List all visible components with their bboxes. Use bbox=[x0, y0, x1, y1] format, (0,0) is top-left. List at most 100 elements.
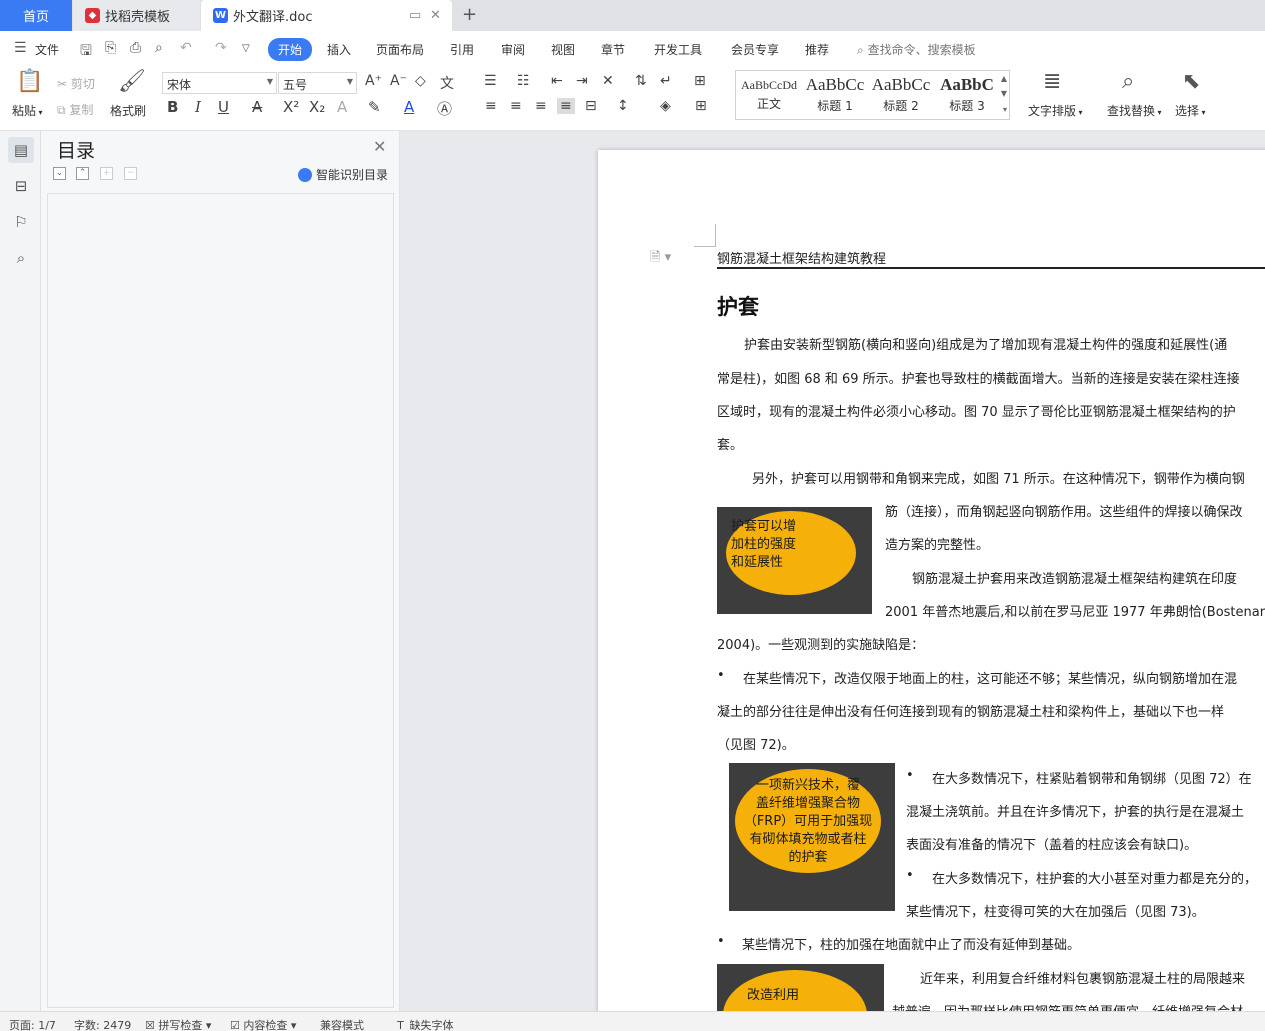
spell-check-button[interactable]: ☒ 拼写检查 ▾ bbox=[145, 1017, 211, 1031]
highlight-icon[interactable]: ✎ bbox=[368, 98, 381, 116]
text-layout-icon[interactable]: ≣ bbox=[1043, 69, 1061, 94]
header-rule bbox=[717, 267, 1265, 269]
distributed-icon[interactable]: ⊟ bbox=[585, 98, 597, 114]
menu-review[interactable]: 审阅 bbox=[501, 41, 525, 58]
bookmark-icon[interactable]: ⚐ bbox=[8, 209, 34, 235]
text-effect-icon[interactable]: A bbox=[337, 98, 347, 116]
font-size-select[interactable]: 五号 ▼ bbox=[278, 72, 357, 94]
gallery-up-icon[interactable]: ▲ bbox=[1001, 74, 1007, 83]
bold-icon[interactable]: B bbox=[167, 98, 178, 116]
menu-file[interactable]: 文件 bbox=[35, 41, 59, 58]
char-border-icon[interactable]: Ⓐ bbox=[437, 98, 452, 119]
close-icon[interactable]: ✕ bbox=[373, 137, 386, 156]
menu-page-layout[interactable]: 页面布局 bbox=[376, 41, 424, 58]
export-icon[interactable]: ⎘ bbox=[105, 40, 116, 56]
missing-font-button[interactable]: Ｔ 缺失字体 bbox=[395, 1017, 454, 1031]
paragraph-line: 造方案的完整性。 bbox=[885, 538, 990, 553]
chapter-nav-icon[interactable]: ⊟ bbox=[8, 173, 34, 199]
paste-button[interactable]: 粘贴 ▾ bbox=[12, 102, 43, 119]
italic-icon[interactable]: I bbox=[195, 98, 201, 116]
clear-format-icon[interactable]: ◇ bbox=[415, 73, 426, 89]
phonetic-icon[interactable]: 文 bbox=[440, 73, 454, 93]
print-icon[interactable]: ⎙ bbox=[130, 40, 141, 56]
quick-access-dropdown-icon[interactable]: ▽ bbox=[242, 43, 250, 54]
collapse-all-icon[interactable]: ⌃ bbox=[76, 167, 89, 180]
remove-heading-icon[interactable]: − bbox=[124, 167, 137, 180]
expand-all-icon[interactable]: ⌄ bbox=[53, 167, 66, 180]
paste-icon[interactable]: 📋 bbox=[16, 69, 43, 94]
toc-nav-icon[interactable]: ▤ bbox=[8, 137, 34, 163]
header-options-icon[interactable]: 🗎 ▾ bbox=[650, 248, 671, 270]
content-check-button[interactable]: ☑ 内容检查 ▾ bbox=[230, 1017, 296, 1031]
style-normal[interactable]: AaBbCcDd 正文 bbox=[736, 71, 802, 119]
shading-icon[interactable]: ◈ bbox=[660, 98, 671, 114]
search-icon[interactable]: ⌕ bbox=[8, 245, 34, 271]
command-search[interactable]: ⌕ 查找命令、搜索模板 bbox=[857, 41, 976, 58]
find-replace-icon[interactable]: ⌕ bbox=[1122, 69, 1134, 94]
redo-icon[interactable]: ↷ bbox=[215, 40, 227, 56]
tab-float-icon[interactable]: ▭ bbox=[409, 8, 421, 23]
format-painter-icon[interactable]: 🖌 bbox=[118, 69, 146, 94]
menu-chapter[interactable]: 章节 bbox=[601, 41, 625, 58]
align-right-icon[interactable]: ≡ bbox=[535, 98, 547, 114]
word-count[interactable]: 字数: 2479 bbox=[74, 1017, 131, 1031]
menu-start[interactable]: 开始 bbox=[268, 38, 313, 61]
smart-toc-button[interactable]: 智能识别目录 bbox=[298, 166, 388, 183]
strikethrough-icon[interactable]: A bbox=[252, 98, 262, 116]
line-spacing-icon[interactable]: ↕ bbox=[617, 98, 629, 114]
tab-template[interactable]: ◆ 找稻壳模板 bbox=[73, 0, 200, 31]
copy-button[interactable]: ⧉ 复制 bbox=[57, 101, 93, 118]
menu-references[interactable]: 引用 bbox=[450, 41, 474, 58]
increase-indent-icon[interactable]: ⇥ bbox=[576, 73, 588, 89]
superscript-icon[interactable]: X² bbox=[283, 98, 299, 116]
cut-button[interactable]: ✂ 剪切 bbox=[57, 75, 95, 92]
tab-document[interactable]: W 外文翻译.doc ▭ ✕ bbox=[201, 0, 452, 31]
grow-font-icon[interactable]: A⁺ bbox=[365, 73, 382, 89]
format-painter-button[interactable]: 格式刷 bbox=[110, 102, 146, 119]
align-left-icon[interactable]: ≡ bbox=[485, 98, 497, 114]
text-layout-button[interactable]: 文字排版 ▾ bbox=[1028, 102, 1083, 119]
save-icon[interactable]: 🖫 bbox=[80, 40, 92, 64]
table-tools-icon[interactable]: ⊞ bbox=[694, 73, 706, 89]
sort-icon[interactable]: ⇅ bbox=[635, 73, 647, 89]
decrease-indent-icon[interactable]: ⇤ bbox=[551, 73, 563, 89]
new-tab-icon[interactable]: + bbox=[462, 4, 477, 25]
subscript-icon[interactable]: X₂ bbox=[309, 98, 325, 116]
font-name-select[interactable]: 宋体 ▼ bbox=[162, 72, 277, 94]
hamburger-icon[interactable]: ☰ bbox=[14, 40, 27, 56]
style-heading-2[interactable]: AaBbCc 标题 2 bbox=[868, 71, 934, 119]
tab-close-icon[interactable]: ✕ bbox=[430, 8, 441, 23]
gallery-down-icon[interactable]: ▼ bbox=[1001, 89, 1007, 98]
gallery-more-icon[interactable]: ▾ bbox=[1003, 105, 1007, 114]
select-button[interactable]: 选择 ▾ bbox=[1175, 102, 1206, 119]
paragraph-line: 某些情况下，柱变得可笑的大在加强后（见图 73)。 bbox=[906, 905, 1205, 920]
menu-recommend[interactable]: 推荐 bbox=[805, 41, 829, 58]
bullet-list-icon[interactable]: ☰ bbox=[484, 73, 497, 89]
font-color-icon[interactable]: A bbox=[404, 98, 414, 116]
style-heading-1[interactable]: AaBbCc 标题 1 bbox=[802, 71, 868, 119]
print-preview-icon[interactable]: ⌕ bbox=[155, 40, 163, 56]
paragraph-line: 混凝土浇筑前。并且在许多情况下，护套的执行是在混凝土 bbox=[906, 805, 1245, 820]
add-heading-icon[interactable]: + bbox=[100, 167, 113, 180]
select-cursor-icon[interactable]: ⬉ bbox=[1182, 69, 1200, 94]
menu-member[interactable]: 会员专享 bbox=[731, 41, 779, 58]
document-page[interactable]: 🗎 ▾ 钢筋混凝土框架结构建筑教程 护套 护套由安装新型钢筋(横向和竖向)组成是… bbox=[598, 150, 1265, 1011]
paragraph-mark-icon[interactable]: ↵ bbox=[660, 73, 672, 89]
menu-view[interactable]: 视图 bbox=[551, 41, 575, 58]
undo-icon[interactable]: ↶ bbox=[180, 40, 192, 56]
page-indicator[interactable]: 页面: 1/7 bbox=[9, 1017, 56, 1031]
menu-developer[interactable]: 开发工具 bbox=[654, 41, 702, 58]
menu-insert[interactable]: 插入 bbox=[327, 41, 351, 58]
borders-icon[interactable]: ⊞ bbox=[695, 98, 707, 114]
underline-icon[interactable]: U bbox=[218, 98, 229, 116]
missing-font-label: 缺失字体 bbox=[409, 1019, 454, 1031]
style-heading-3[interactable]: AaBbC 标题 3 bbox=[934, 71, 1000, 119]
style-heading-1-sample: AaBbCc bbox=[805, 75, 865, 94]
shrink-font-icon[interactable]: A⁻ bbox=[390, 73, 407, 89]
justify-icon[interactable]: ≡ bbox=[557, 98, 575, 114]
tab-home[interactable]: 首页 bbox=[0, 0, 72, 31]
find-replace-button[interactable]: 查找替换 ▾ bbox=[1107, 102, 1162, 119]
chinese-layout-icon[interactable]: ✕ bbox=[602, 73, 614, 89]
numbered-list-icon[interactable]: ☷ bbox=[517, 73, 530, 89]
align-center-icon[interactable]: ≡ bbox=[510, 98, 522, 114]
